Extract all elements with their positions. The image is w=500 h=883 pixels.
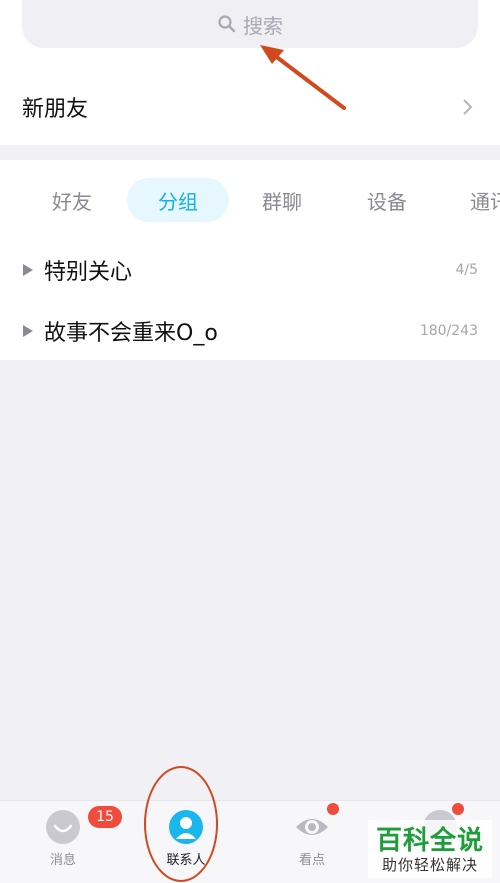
notification-dot (452, 803, 464, 815)
nav-label: 看点 (298, 853, 325, 868)
annotation-arrow (260, 45, 346, 110)
watermark-title: 百科全说 (375, 826, 484, 856)
group-row[interactable]: 特别关心 4/5 (0, 240, 500, 300)
group-name: 故事不会重来O_o (44, 321, 218, 346)
annotation-circle (144, 766, 218, 882)
group-count: 180/243 (419, 323, 478, 339)
chevron-right-icon (463, 99, 473, 115)
search-placeholder: 搜索 (243, 13, 283, 38)
group-row[interactable]: 故事不会重来O_o 180/243 (0, 301, 500, 361)
watermark: 百科全说 助你轻松解决 (368, 820, 492, 878)
messages-icon (46, 810, 80, 844)
notification-dot (327, 803, 339, 815)
unread-badge: 15 (88, 806, 122, 828)
expand-triangle-icon (23, 325, 33, 337)
tab-devices[interactable]: 设备 (347, 178, 427, 222)
tab-friends[interactable]: 好友 (32, 178, 112, 222)
category-tabs: 好友 分组 群聊 设备 通讯 (0, 178, 500, 224)
group-name: 特别关心 (44, 260, 133, 285)
nav-watch[interactable]: 看点 (267, 801, 357, 883)
new-friend-label: 新朋友 (22, 97, 89, 122)
tab-groups[interactable]: 分组 (127, 178, 229, 222)
expand-triangle-icon (23, 264, 33, 276)
watermark-subtitle: 助你轻松解决 (381, 856, 478, 874)
contacts-card: 好友 分组 群聊 设备 通讯 特别关心 4/5 故事不会重来O_o 180/24… (0, 160, 500, 360)
tab-group-chats[interactable]: 群聊 (242, 178, 322, 222)
tab-address-book[interactable]: 通讯 (456, 178, 500, 222)
nav-label: 消息 (49, 853, 76, 868)
search-icon (218, 15, 236, 33)
eye-icon (296, 819, 328, 835)
group-count: 4/5 (455, 262, 478, 278)
nav-messages[interactable]: 15 消息 (18, 801, 122, 883)
